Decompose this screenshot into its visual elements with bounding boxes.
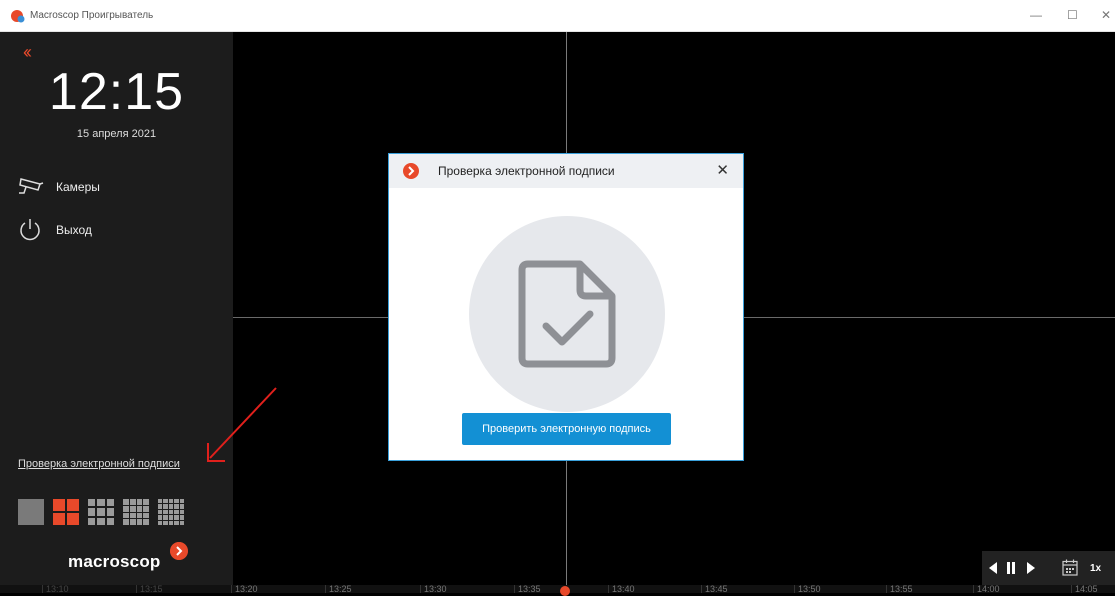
layout-2x2-button[interactable]: [53, 499, 79, 525]
camera-icon: [19, 178, 44, 194]
step-forward-icon[interactable]: [1026, 562, 1036, 574]
dialog-close-button[interactable]: ✕: [716, 161, 729, 179]
window-titlebar: Macroscop Проигрыватель — ☐ ✕: [0, 0, 1115, 32]
logo-chevron-icon: [170, 542, 188, 560]
clock-date: 15 апреля 2021: [76, 128, 157, 140]
signature-check-dialog: Проверка электронной подписи ✕ Проверить…: [388, 153, 744, 461]
layout-3x3-button[interactable]: [88, 499, 114, 525]
menu-item-cameras[interactable]: Камеры: [16, 172, 100, 202]
layout-selector: [18, 499, 184, 525]
minimize-button[interactable]: —: [1030, 7, 1042, 23]
timeline[interactable]: 13:10 13:15 13:20 13:25 13:30 13:35 13:4…: [0, 585, 1115, 593]
sidebar: ‹‹ 12:15 15 апреля 2021 Камеры Выход Про…: [0, 32, 233, 585]
dialog-header: Проверка электронной подписи ✕: [389, 154, 743, 188]
layout-5x5-button[interactable]: [158, 499, 184, 525]
step-back-icon[interactable]: [988, 562, 998, 574]
timeline-tick: 14:00: [973, 585, 1000, 593]
macroscop-logo: macroscop: [68, 542, 188, 572]
maximize-button[interactable]: ☐: [1067, 7, 1078, 23]
power-icon: [20, 219, 40, 241]
timeline-tick: 13:10: [42, 585, 69, 593]
playback-controls: 1x: [982, 551, 1115, 585]
timeline-tick: 13:20: [231, 585, 258, 593]
timeline-playhead[interactable]: [560, 586, 570, 596]
layout-1x1-button[interactable]: [18, 499, 44, 525]
annotation-arrow-icon: [207, 387, 277, 462]
timeline-tick: 13:30: [420, 585, 447, 593]
timeline-tick: 13:35: [514, 585, 541, 593]
collapse-sidebar-button[interactable]: ‹‹: [23, 42, 32, 62]
logo-text: macroscop: [68, 552, 161, 571]
menu-item-exit-label: Выход: [56, 223, 92, 237]
timeline-tick: 13:15: [136, 585, 163, 593]
menu-item-exit[interactable]: Выход: [16, 215, 92, 245]
timeline-tick: 13:40: [608, 585, 635, 593]
pause-icon[interactable]: [1006, 562, 1016, 574]
macroscop-chevron-icon: [403, 163, 419, 179]
close-window-button[interactable]: ✕: [1101, 7, 1111, 23]
macroscop-app-icon: [11, 10, 25, 23]
layout-4x4-button[interactable]: [123, 499, 149, 525]
timeline-tick: 13:50: [794, 585, 821, 593]
playback-speed-select[interactable]: 1x: [1090, 563, 1101, 574]
document-illustration: [469, 216, 665, 412]
document-check-icon: [518, 260, 616, 368]
window-title: Macroscop Проигрыватель: [30, 10, 154, 21]
timeline-tick: 13:55: [886, 585, 913, 593]
timeline-tick: 13:25: [325, 585, 352, 593]
signature-check-link[interactable]: Проверка электронной подписи: [18, 458, 180, 470]
verify-signature-button[interactable]: Проверить электронную подпись: [462, 413, 671, 445]
dialog-title: Проверка электронной подписи: [438, 164, 615, 178]
calendar-icon[interactable]: [1062, 559, 1078, 576]
menu-item-cameras-label: Камеры: [56, 180, 100, 194]
timeline-tick: 14:05: [1071, 585, 1098, 593]
timeline-tick: 13:45: [701, 585, 728, 593]
clock-time: 12:15: [48, 63, 185, 121]
